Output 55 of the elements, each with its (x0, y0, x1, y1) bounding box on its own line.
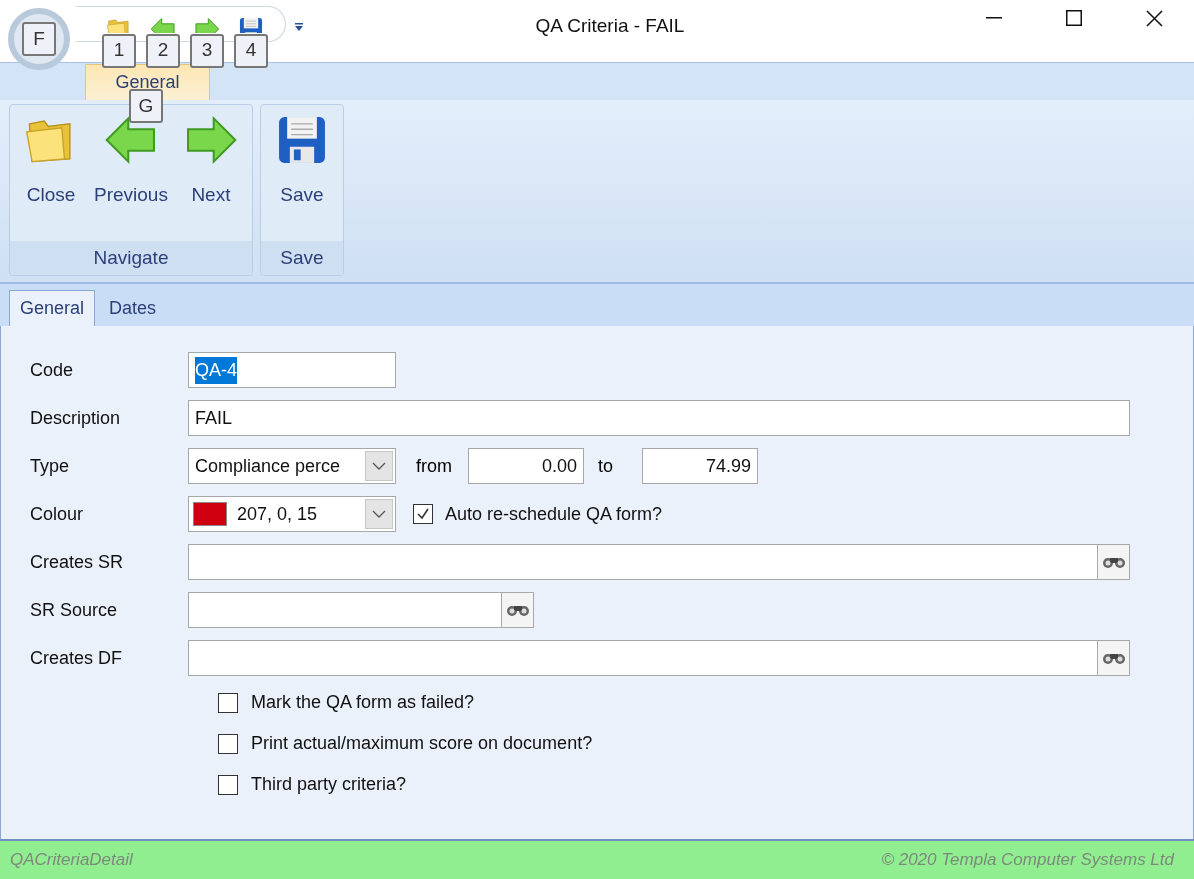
binoculars-icon (1101, 651, 1126, 665)
field-label: SR Source (29, 598, 119, 622)
toolbar-button[interactable] (148, 15, 178, 33)
minimize-icon (986, 17, 1002, 19)
customize-dropdown-icon[interactable] (294, 22, 304, 32)
checkbox-label: Auto re-schedule QA form? (445, 502, 663, 526)
number-field[interactable]: 0.00 (468, 448, 584, 484)
lookup-field[interactable] (188, 592, 502, 628)
checkbox-label: Third party criteria? (251, 773, 407, 796)
text-field[interactable]: FAIL (188, 400, 1130, 436)
field-label: Code (29, 358, 75, 382)
colour-dropdown[interactable]: 207, 0, 15 (188, 496, 396, 532)
text-field[interactable]: QA-4 (188, 352, 396, 388)
maximize-icon (1066, 10, 1082, 26)
ribbon-button[interactable]: Next (175, 113, 246, 241)
binoculars-icon (1101, 555, 1126, 569)
checkbox[interactable] (218, 692, 238, 713)
ribbon-button[interactable]: Close (16, 113, 86, 241)
form-tab[interactable]: General (9, 290, 96, 326)
group-label: Save (260, 241, 343, 275)
ribbon-button[interactable]: Save (266, 113, 337, 241)
chevron-down-icon (372, 510, 386, 518)
key-tooltip: 4 (234, 33, 268, 68)
dropdown-field[interactable]: Compliance perce (188, 448, 396, 484)
checkbox-label: Print actual/maximum score on document? (251, 732, 593, 755)
group-label: Navigate (10, 241, 252, 275)
field-label: Creates DF (29, 646, 124, 670)
number-field[interactable]: 74.99 (642, 448, 758, 484)
window-title: QA Criteria - FAIL (534, 14, 686, 38)
field-label: to (598, 454, 614, 478)
checkbox-label: Mark the QA form as failed? (251, 691, 475, 714)
lookup-field[interactable] (188, 640, 1098, 676)
copyright-text: © 2020 Templa Computer Systems Ltd (881, 849, 1174, 872)
key-tooltip: 1 (102, 33, 136, 68)
checkbox[interactable] (218, 774, 238, 795)
checkbox[interactable] (218, 733, 238, 754)
lookup-button[interactable] (1098, 640, 1130, 676)
lookup-button[interactable] (502, 592, 534, 628)
close-icon (1145, 9, 1163, 27)
lookup-field[interactable] (188, 544, 1098, 580)
lookup-button[interactable] (1098, 544, 1130, 580)
field-label: from (416, 454, 453, 478)
key-tooltip: 3 (190, 33, 224, 68)
checkbox[interactable] (413, 504, 433, 524)
field-label: Type (29, 454, 71, 478)
form-tab[interactable]: Dates (95, 290, 171, 326)
field-label: Description (29, 406, 122, 430)
field-label: Colour (29, 502, 85, 526)
status-text: QACriteriaDetail (10, 849, 133, 872)
chevron-down-icon (372, 462, 386, 470)
key-tooltip: 2 (146, 33, 180, 68)
key-tooltip: F (22, 22, 56, 56)
binoculars-icon (505, 603, 530, 617)
field-label: Creates SR (29, 550, 125, 574)
key-tooltip: G (129, 89, 163, 123)
